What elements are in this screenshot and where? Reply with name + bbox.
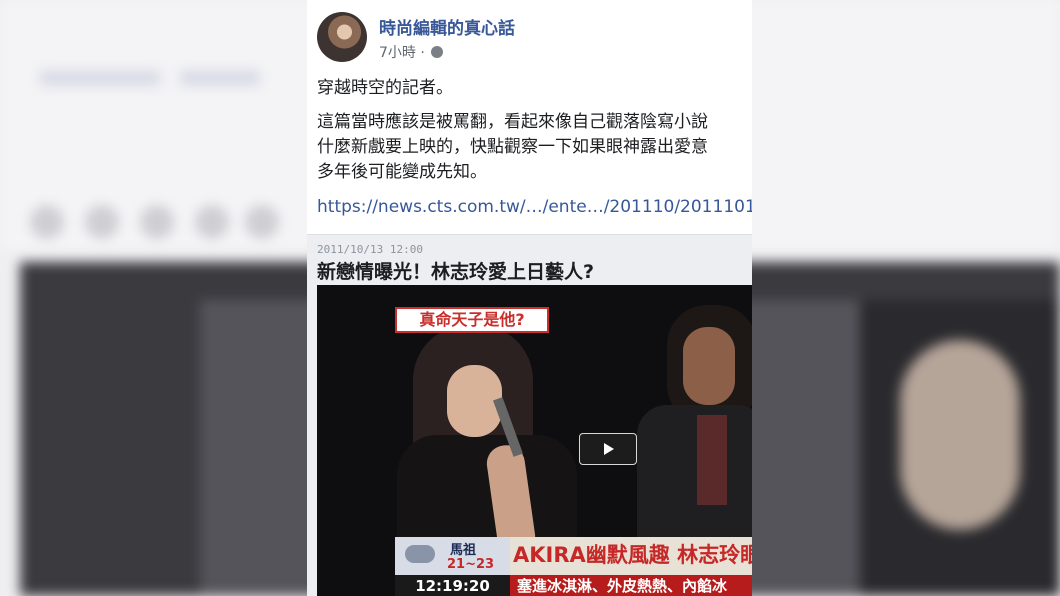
post-body-line: 什麼新戲要上映的，快點觀察一下如果眼神露出愛意 [317,137,708,157]
weather-temp: 21~23 [447,557,495,572]
post-body-line: 這篇當時應該是被罵翻，看起來像自己觀落陰寫小說 [317,112,708,132]
globe-icon [431,46,444,58]
author-avatar[interactable] [317,12,367,62]
post-text-line-1: 穿越時空的記者。 [317,78,453,98]
post-body-line: 多年後可能變成先知。 [317,162,487,182]
cloud-rain-icon [405,545,435,563]
weather-box: 馬祖 21~23 [395,537,510,575]
video-caption-banner: 真命天子是他? [395,307,549,333]
play-icon[interactable] [579,433,637,465]
news-crawl-text: 塞進冰淇淋、外皮熱熱、內餡冰 [517,577,728,595]
preview-date: 2011/10/13 12:00 [317,243,423,256]
author-name[interactable]: 時尚編輯的真心話 [379,14,515,39]
news-headline: AKIRA幽默風趣 林志玲眼神露愛 [513,543,752,567]
post-time[interactable]: 7小時 · [379,45,425,61]
preview-title[interactable]: 新戀情曝光！林志玲愛上日藝人? [317,257,594,284]
news-clock: 12:19:20 [395,575,510,596]
person-figure [683,327,735,405]
facebook-post-card: 時尚編輯的真心話 7小時 · 穿越時空的記者。 這篇當時應該是被罵翻，看起來像自… [307,0,752,596]
post-link[interactable]: https://news.cts.com.tw/…/ente…/201110/2… [317,197,752,217]
post-body: 這篇當時應該是被罵翻，看起來像自己觀落陰寫小說 什麼新戲要上映的，快點觀察一下如… [317,110,708,185]
news-crawl-bar: 12:19:20 塞進冰淇淋、外皮熱熱、內餡冰 [395,575,752,596]
weather-city: 馬祖 [450,543,477,558]
news-ticker: 馬祖 21~23 AKIRA幽默風趣 林志玲眼神露愛 [395,537,752,575]
person-figure [697,415,727,505]
video-thumbnail[interactable]: 真命天子是他? 馬祖 21~23 AKIRA幽默風趣 林志玲眼神露愛 12:19… [317,285,752,596]
post-meta: 7小時 · [379,42,444,62]
link-preview[interactable]: 2011/10/13 12:00 新戀情曝光！林志玲愛上日藝人? 真命天子是他?… [307,234,752,596]
